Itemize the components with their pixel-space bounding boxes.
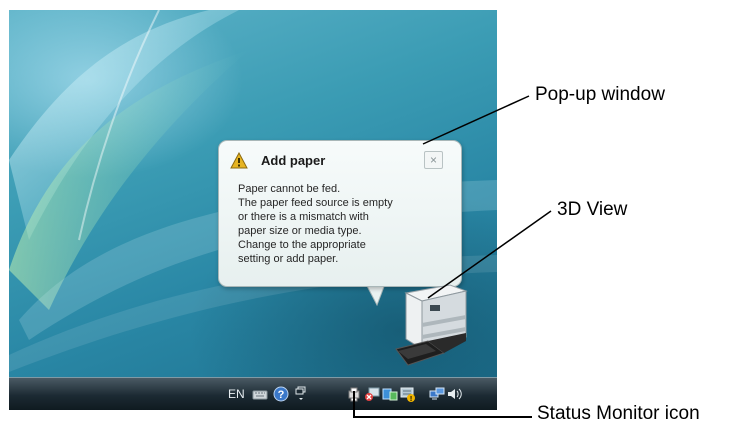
message-line: or there is a mismatch with <box>238 211 369 223</box>
keyboard-icon[interactable] <box>252 386 268 402</box>
message-line: Paper cannot be fed. <box>238 183 341 195</box>
volume-icon[interactable] <box>446 386 462 402</box>
printer-tray-icon[interactable]: ! <box>400 386 416 402</box>
popup-tail <box>365 284 386 306</box>
message-line: Change to the appropriate <box>238 239 366 251</box>
status-monitor-icon[interactable] <box>346 386 362 402</box>
language-indicator[interactable]: EN <box>228 385 245 403</box>
message-line: paper size or media type. <box>238 225 362 237</box>
popup-message: Paper cannot be fed. The paper feed sour… <box>238 182 393 266</box>
callout-3d-view: 3D View <box>557 199 628 220</box>
network-monitor-icon[interactable] <box>429 386 445 402</box>
network-icon[interactable] <box>364 386 380 402</box>
windows-icon[interactable] <box>294 386 310 402</box>
help-icon[interactable]: ? <box>273 386 289 402</box>
close-button[interactable]: × <box>424 151 443 169</box>
callout-popup-window: Pop-up window <box>535 84 665 105</box>
svg-text:?: ? <box>278 389 285 401</box>
message-line: The paper feed source is empty <box>238 197 393 209</box>
message-line: setting or add paper. <box>238 253 339 265</box>
devices-icon[interactable] <box>382 386 398 402</box>
popup-title: Add paper <box>261 153 326 168</box>
warning-icon <box>230 152 248 169</box>
printer-3d-view[interactable] <box>392 275 472 367</box>
popup-window: Add paper × Paper cannot be fed. The pap… <box>218 140 462 287</box>
callout-status-monitor-icon: Status Monitor icon <box>537 403 700 424</box>
svg-text:!: ! <box>410 396 412 402</box>
taskbar: EN ? ! <box>9 377 497 410</box>
